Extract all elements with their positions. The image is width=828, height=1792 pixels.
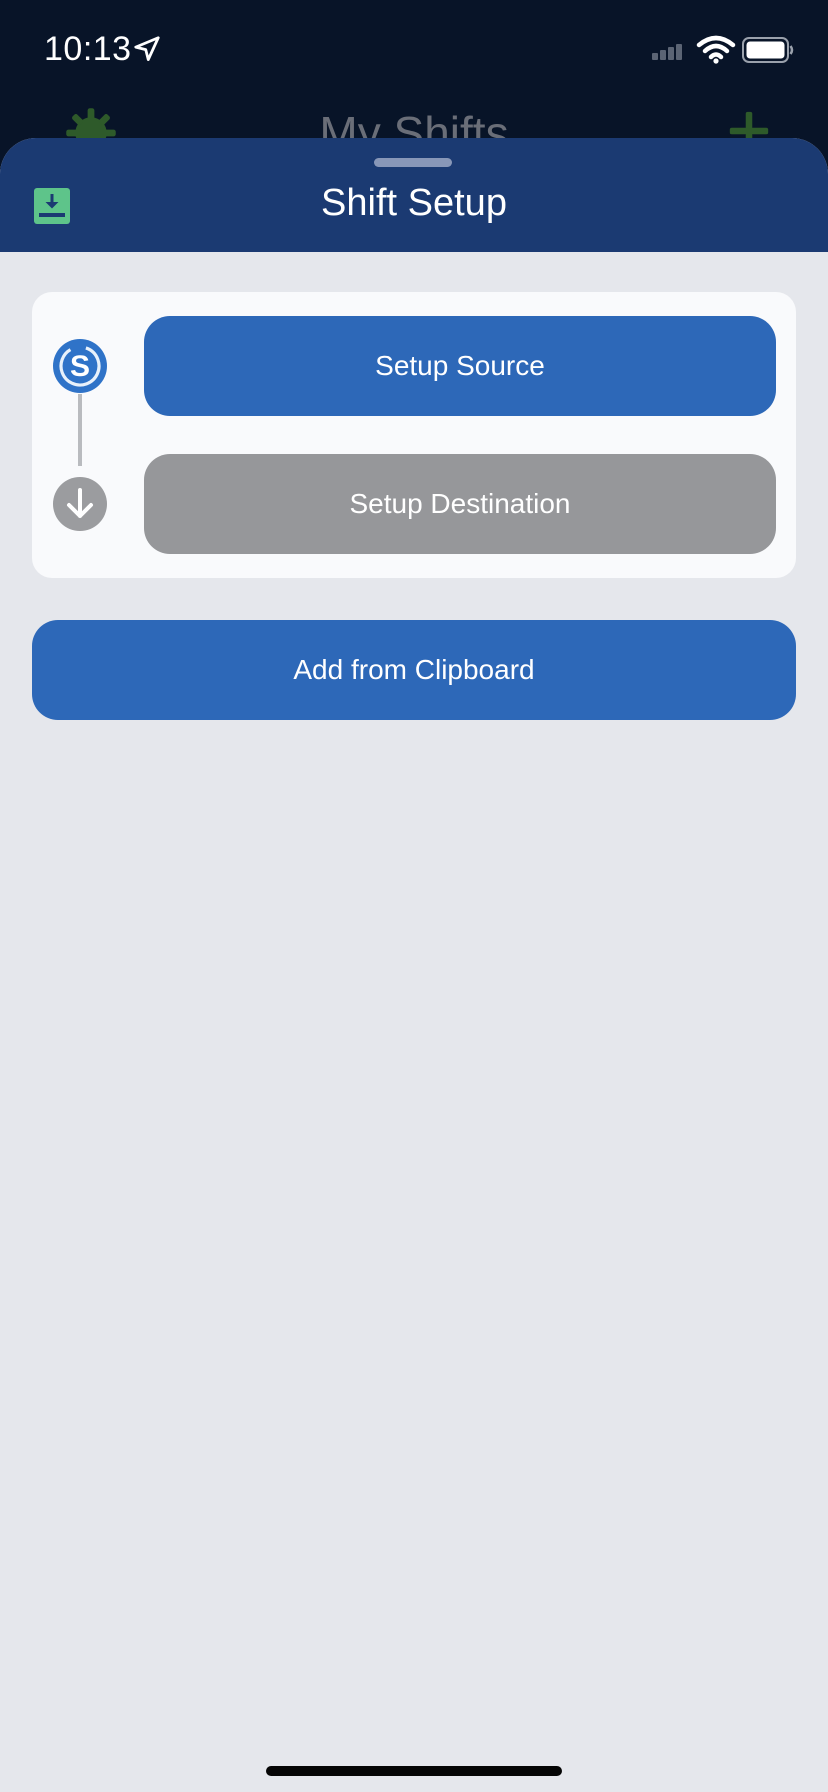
location-arrow-icon: [134, 36, 160, 61]
status-time: 10:13: [44, 30, 132, 68]
step-connector-line: [78, 394, 82, 466]
sheet-grabber[interactable]: [374, 158, 452, 167]
wifi-icon: [696, 35, 736, 64]
setup-source-button[interactable]: Setup Source: [144, 316, 776, 416]
battery-icon: [742, 37, 794, 63]
plus-icon[interactable]: [726, 108, 772, 140]
setup-steps-card: S Setup Source Setup Destination: [32, 292, 796, 578]
background-screen-header: My Shifts: [0, 100, 828, 140]
cellular-signal-icon: [652, 44, 682, 60]
sheet-header: Shift Setup: [0, 138, 828, 252]
home-indicator[interactable]: [266, 1766, 562, 1776]
sheet-title: Shift Setup: [321, 182, 507, 224]
add-from-clipboard-button[interactable]: Add from Clipboard: [32, 620, 796, 720]
shift-source-icon: S: [53, 339, 107, 393]
background-title: My Shifts: [319, 107, 509, 140]
status-bar: 10:13: [0, 0, 828, 100]
shift-setup-sheet: Shift Setup S Setup Source Setup Destina…: [0, 138, 828, 1792]
setup-destination-button[interactable]: Setup Destination: [144, 454, 776, 554]
arrow-down-icon: [53, 477, 107, 531]
svg-text:S: S: [70, 350, 90, 383]
